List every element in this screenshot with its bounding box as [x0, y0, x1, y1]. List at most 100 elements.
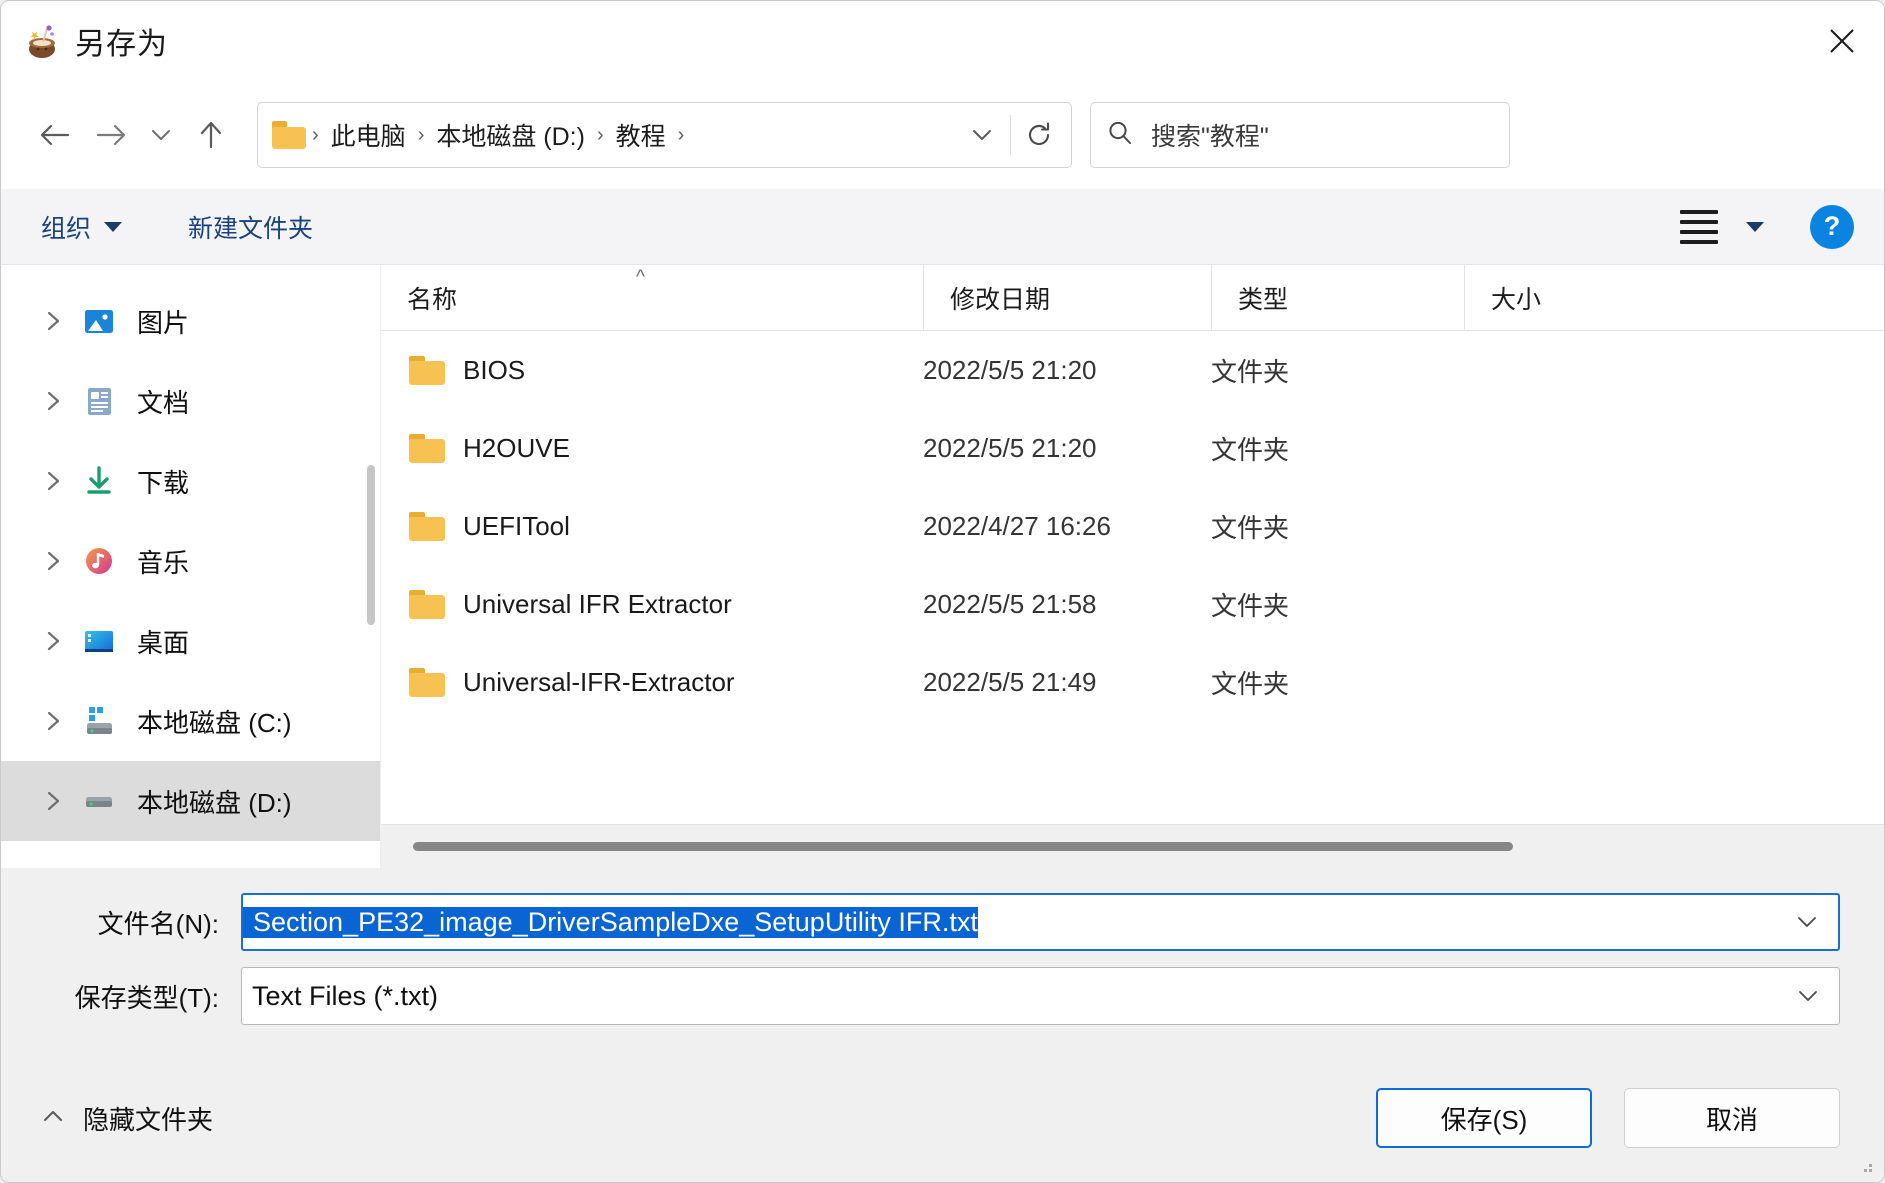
breadcrumb-separator: ›	[312, 123, 319, 146]
help-label: ?	[1823, 211, 1841, 241]
horizontal-scrollbar[interactable]	[381, 824, 1884, 868]
filetype-value: Text Files (*.txt)	[252, 980, 439, 1011]
table-row[interactable]: Universal IFR Extractor 2022/5/5 21:58 文…	[381, 565, 1884, 643]
chevron-right-icon[interactable]	[45, 790, 79, 812]
search-input[interactable]: 搜索"教程"	[1151, 117, 1269, 153]
organize-button[interactable]: 组织	[41, 209, 123, 245]
up-one-level-icon[interactable]	[183, 107, 239, 163]
filename-input[interactable]: Section_PE32_image_DriverSampleDxe_Setup…	[241, 893, 1840, 951]
filetype-row: 保存类型(T): Text Files (*.txt)	[45, 964, 1840, 1028]
sidebar-item-local-disk-d[interactable]: 本地磁盘 (D:)	[1, 761, 381, 841]
pictures-icon	[79, 301, 119, 341]
hide-folders-label: 隐藏文件夹	[83, 1104, 214, 1135]
file-name: Universal IFR Extractor	[463, 588, 732, 619]
windows-drive-icon	[79, 701, 119, 741]
hide-folders-button[interactable]: 隐藏文件夹	[41, 1100, 213, 1137]
save-form: 文件名(N): Section_PE32_image_DriverSampleD…	[1, 868, 1884, 1054]
sidebar-label: 图片	[137, 307, 190, 338]
column-headers: 名称 ^ 修改日期 类型 大小	[381, 265, 1884, 331]
caret-down-icon	[104, 221, 123, 232]
breadcrumb-item-local-disk-d[interactable]: 本地磁盘 (D:)	[426, 113, 595, 157]
column-header-size[interactable]: 大小	[1464, 265, 1884, 330]
window-title: 另存为	[75, 28, 168, 61]
chevron-right-icon[interactable]	[45, 710, 79, 732]
title-bar: 另存为	[1, 1, 1884, 81]
forward-icon[interactable]	[83, 107, 139, 163]
filename-value[interactable]: Section_PE32_image_DriverSampleDxe_Setup…	[243, 906, 978, 938]
sidebar-label: 本地磁盘 (D:)	[137, 787, 292, 818]
file-size	[1464, 565, 1884, 643]
back-icon[interactable]	[27, 107, 83, 163]
column-label: 名称	[407, 285, 458, 314]
column-label: 类型	[1238, 285, 1289, 314]
file-modified: 2022/5/5 21:49	[923, 666, 1097, 697]
save-button[interactable]: 保存(S)	[1376, 1088, 1592, 1148]
file-name: H2OUVE	[463, 432, 570, 463]
sidebar-item-downloads[interactable]: 下载	[1, 441, 381, 521]
breadcrumb-item-this-pc[interactable]: 此电脑	[321, 113, 416, 157]
sidebar-label: 桌面	[137, 627, 190, 658]
file-name-cell: UEFITool	[381, 487, 923, 565]
file-name: BIOS	[463, 354, 526, 385]
column-header-name[interactable]: 名称 ^	[381, 265, 923, 330]
chevron-right-icon[interactable]	[45, 310, 79, 332]
new-folder-label: 新建文件夹	[188, 214, 314, 243]
address-bar[interactable]: › 此电脑 › 本地磁盘 (D:) › 教程 ›	[257, 102, 1072, 168]
breadcrumb-separator: ›	[417, 123, 425, 146]
documents-icon	[79, 381, 119, 421]
filename-chevron-down-icon[interactable]	[1780, 909, 1834, 935]
chevron-right-icon[interactable]	[45, 550, 79, 572]
file-name-cell: BIOS	[381, 331, 923, 409]
sidebar-item-local-disk-c[interactable]: 本地磁盘 (C:)	[1, 681, 381, 761]
address-chevron-down-icon[interactable]	[954, 107, 1010, 163]
filetype-chevron-down-icon[interactable]	[1781, 983, 1835, 1009]
chevron-right-icon[interactable]	[45, 390, 79, 412]
navigation-pane: 图片 文档 下载 音乐 桌面 本地磁盘 (C:) 本地磁盘 (D:)	[1, 265, 381, 868]
column-header-modified[interactable]: 修改日期	[923, 265, 1211, 330]
filetype-select[interactable]: Text Files (*.txt)	[241, 967, 1840, 1025]
table-row[interactable]: Universal-IFR-Extractor 2022/5/5 21:49 文…	[381, 643, 1884, 721]
chevron-right-icon[interactable]	[45, 630, 79, 652]
file-type: 文件夹	[1211, 590, 1290, 621]
chevron-right-icon[interactable]	[45, 470, 79, 492]
sidebar-item-pictures[interactable]: 图片	[1, 281, 381, 361]
view-mode-button[interactable]	[1680, 209, 1764, 244]
refresh-icon[interactable]	[1011, 107, 1067, 163]
resize-grip[interactable]	[1858, 1158, 1874, 1174]
search-box[interactable]: 搜索"教程"	[1090, 102, 1510, 168]
table-row[interactable]: BIOS 2022/5/5 21:20 文件夹	[381, 331, 1884, 409]
table-row[interactable]: UEFITool 2022/4/27 16:26 文件夹	[381, 487, 1884, 565]
recent-locations-chevron-down-icon[interactable]	[139, 107, 183, 163]
desktop-icon	[79, 621, 119, 661]
dialog-footer: 隐藏文件夹 保存(S) 取消	[1, 1054, 1884, 1182]
file-type: 文件夹	[1211, 512, 1290, 543]
column-header-type[interactable]: 类型	[1211, 265, 1464, 330]
sidebar-label: 音乐	[137, 547, 190, 578]
folder-icon	[409, 589, 445, 619]
folder-icon	[409, 355, 445, 385]
cancel-button[interactable]: 取消	[1624, 1088, 1840, 1148]
sidebar-scrollbar[interactable]	[367, 465, 375, 625]
sidebar-item-desktop[interactable]: 桌面	[1, 601, 381, 681]
sidebar-item-music[interactable]: 音乐	[1, 521, 381, 601]
breadcrumb-separator: ›	[677, 123, 685, 146]
command-bar: 组织 新建文件夹 ?	[1, 189, 1884, 265]
file-size	[1464, 331, 1884, 409]
sidebar-item-documents[interactable]: 文档	[1, 361, 381, 441]
breadcrumb-separator: ›	[596, 123, 604, 146]
new-folder-button[interactable]: 新建文件夹	[188, 209, 313, 245]
file-name: Universal-IFR-Extractor	[463, 666, 735, 697]
horizontal-scrollbar-thumb[interactable]	[413, 842, 1513, 851]
breadcrumb-item-tutorial[interactable]: 教程	[606, 113, 676, 157]
file-list: BIOS 2022/5/5 21:20 文件夹 H2OUVE 2022/5/5 …	[381, 331, 1884, 824]
filename-row: 文件名(N): Section_PE32_image_DriverSampleD…	[45, 890, 1840, 954]
sidebar-label: 文档	[137, 387, 190, 418]
search-icon	[1105, 118, 1135, 153]
close-icon[interactable]	[1800, 10, 1884, 72]
filetype-label: 保存类型(T):	[74, 982, 219, 1013]
sidebar-label: 下载	[137, 467, 190, 498]
help-button[interactable]: ?	[1810, 204, 1854, 249]
view-caret-down-icon[interactable]	[1746, 221, 1764, 232]
file-type: 文件夹	[1211, 356, 1290, 387]
table-row[interactable]: H2OUVE 2022/5/5 21:20 文件夹	[381, 409, 1884, 487]
